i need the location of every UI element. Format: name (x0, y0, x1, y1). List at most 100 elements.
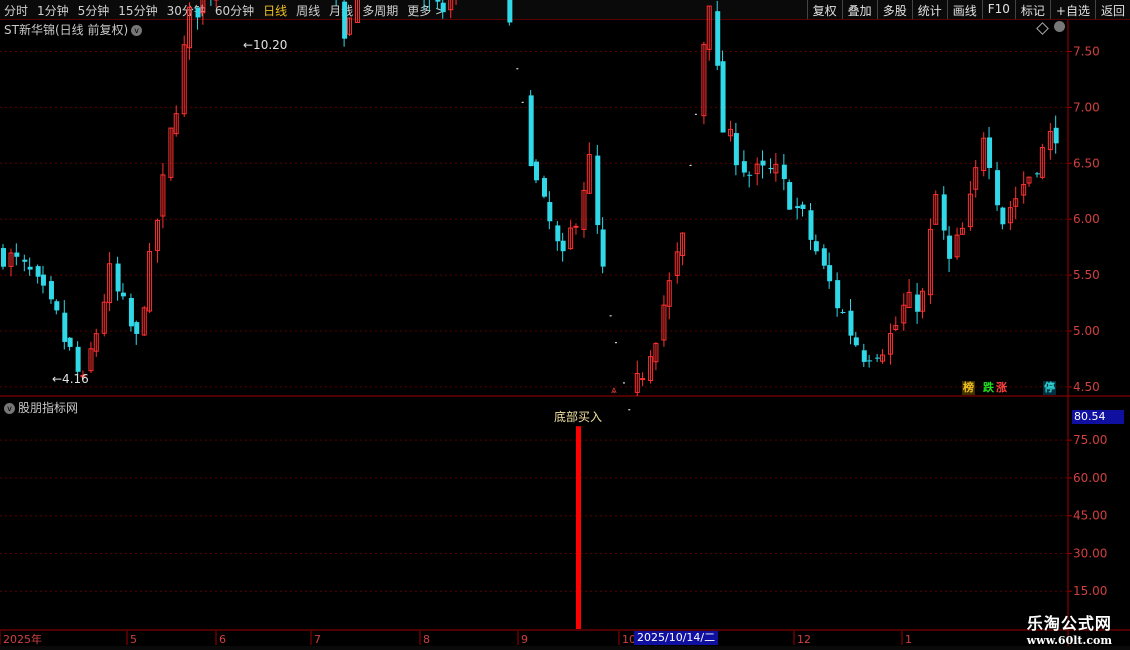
time-tick-label: 6 (219, 633, 226, 646)
candle-body (534, 161, 539, 181)
candle-body (720, 61, 726, 133)
buy-marker-icon: ⩓ (611, 385, 617, 396)
candle-body (507, 0, 513, 23)
candle-body (987, 137, 993, 168)
candle-body (35, 266, 41, 277)
badge-fall[interactable]: 跌 (982, 381, 995, 395)
candle-body (54, 301, 60, 311)
candle-body (835, 280, 841, 309)
candle-body (1000, 207, 1006, 225)
price-tick-label: 5.00 (1073, 324, 1100, 338)
indicator-tick-label: 15.00 (1073, 584, 1107, 598)
candle-body (595, 155, 601, 226)
highlighted-date: 2025/10/14/二 (634, 631, 719, 645)
signal-label: 底部买入 (554, 409, 602, 424)
candle-body (787, 182, 793, 210)
settings-icon[interactable] (1054, 21, 1065, 32)
indicator-tick-label: 75.00 (1073, 433, 1107, 447)
indicator-title[interactable]: v 股朋指标网 (4, 399, 78, 416)
candle-dot (622, 382, 625, 384)
indicator-dropdown-icon[interactable]: v (4, 403, 15, 414)
candle-body (875, 357, 881, 359)
candle-body (1053, 127, 1059, 144)
candle-body (827, 265, 833, 282)
price-tick-label: 5.50 (1073, 268, 1100, 282)
candle-body (528, 95, 534, 167)
candle-dot (689, 164, 692, 166)
candle-body (640, 378, 646, 381)
dropdown-icon[interactable]: v (131, 25, 143, 36)
badge-rise[interactable]: 涨 (995, 381, 1008, 395)
time-tick-label: 12 (797, 633, 811, 646)
candle-dot (521, 101, 524, 103)
candle-dot (694, 113, 697, 115)
candle-body (915, 294, 921, 312)
candle-body (853, 337, 859, 346)
candle-dot (614, 342, 617, 344)
time-tick-label: 9 (521, 633, 528, 646)
candle-dot (609, 315, 612, 317)
stock-title[interactable]: ST新华锦(日线 前复权) v (4, 21, 143, 38)
candle-body (75, 346, 81, 372)
candle-body (22, 259, 28, 262)
candle-body (40, 274, 46, 286)
stock-title-text: ST新华锦(日线 前复权) (4, 23, 129, 37)
candle-body (808, 210, 814, 240)
watermark: 乐淘公式网 www.60lt.com (1027, 610, 1112, 647)
candle-body (573, 225, 579, 228)
candle-body (813, 241, 819, 252)
candle-body (128, 298, 134, 327)
price-tick-label: 6.00 (1073, 212, 1100, 226)
candle-body (781, 164, 787, 180)
badge-halt[interactable]: 停 (1043, 381, 1056, 395)
indicator-value: 80.54 (1072, 410, 1124, 424)
candle-body (600, 229, 606, 267)
min-price-label: ←4.16 (52, 372, 89, 386)
kline-chart[interactable]: 4.505.005.506.006.507.007.508.008.509.00… (0, 0, 1130, 650)
indicator-tick-label: 30.00 (1073, 546, 1107, 560)
candle-body (62, 312, 68, 342)
candle-body (867, 360, 873, 362)
candle-body (555, 225, 561, 242)
candle-body (795, 206, 801, 209)
candle-body (547, 202, 553, 222)
price-tick-label: 8.00 (1073, 0, 1100, 3)
candle-body (800, 204, 806, 209)
signal-bar (576, 426, 581, 629)
candle-body (741, 161, 747, 173)
candle-dot (628, 409, 631, 411)
candle-body (67, 337, 73, 347)
candle-body (342, 1, 348, 39)
candle-body (435, 0, 441, 2)
candle-body (115, 263, 121, 292)
price-tick-label: 4.50 (1073, 380, 1100, 394)
candle-body (747, 174, 753, 176)
candle-body (760, 160, 766, 166)
candle-body (560, 240, 566, 252)
candle-body (48, 281, 54, 300)
time-tick-label: 7 (314, 633, 321, 646)
candle-body (440, 2, 446, 13)
bottom-strip (0, 646, 1130, 650)
candle-body (941, 194, 947, 231)
candle-body (848, 310, 854, 336)
candle-body (134, 322, 140, 334)
badge-rank[interactable]: 榜 (962, 381, 975, 395)
candle-body (27, 266, 33, 270)
time-tick-label: 1 (905, 633, 912, 646)
watermark-title: 乐淘公式网 (1026, 614, 1112, 633)
candle-body (120, 292, 126, 297)
candle-body (861, 350, 867, 362)
time-tick-label: 5 (130, 633, 137, 646)
indicator-tick-label: 60.00 (1073, 471, 1107, 485)
indicator-tick-label: 45.00 (1073, 509, 1107, 523)
candle-body (541, 178, 547, 197)
candle-body (995, 170, 1001, 206)
candle-body (1, 248, 6, 267)
indicator-title-text: 股朋指标网 (18, 401, 79, 415)
max-price-label: ←10.20 (243, 38, 287, 52)
candle-body (14, 252, 20, 257)
price-tick-label: 7.50 (1073, 45, 1100, 59)
candle-body (733, 133, 739, 166)
price-tick-label: 7.00 (1073, 100, 1100, 114)
